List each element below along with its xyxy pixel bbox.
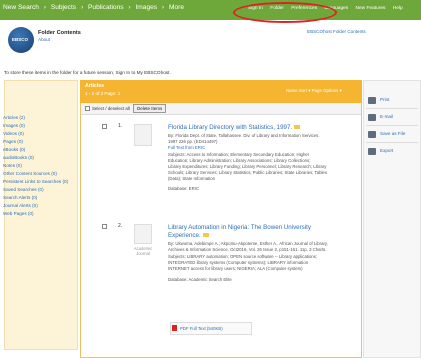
result-subjects: Schools; Library Services; Library Stati… [168,170,327,175]
journal-icon [134,224,152,244]
delete-items-button[interactable]: Delete Items [133,104,167,113]
result-title[interactable]: Library Automation in Nigeria: The Bowen… [168,224,311,231]
nav-sep: › [161,4,165,11]
sidebar-item-saved-searches[interactable]: Saved Searches (0) [3,187,44,192]
save-tool[interactable]: Save as File [380,131,405,136]
print-tool[interactable]: Print [380,97,389,102]
logo-text: EBSCO [12,37,29,42]
sidebar-item-web-pages[interactable]: Web Pages (0) [3,211,34,216]
result-subjects: (Data); State Information [168,176,216,181]
sidebar-item-pages[interactable]: Pages (0) [3,139,23,144]
nav-new-search[interactable]: New Search [3,4,39,11]
result-authors: By: Florida Dept. of State, Tallahassee.… [168,133,320,138]
select-all-checkbox[interactable] [85,106,90,111]
result-subjects: INTEGRATED library systems (Computer sys… [168,260,309,265]
sidebar-item-images[interactable]: Images (0) [3,123,25,128]
page-title: Folder Contents [38,30,81,36]
sidebar-item-ebooks[interactable]: eBooks (0) [3,147,25,152]
result-subjects: Library Expenditures; Library Funding; L… [168,164,327,169]
divider [366,125,418,126]
nav-sep: › [128,4,131,11]
sidebar-item-search-alerts[interactable]: Search Alerts (0) [3,195,37,200]
result-subjects: Subjects: LIBRARY automation; OPEN sourc… [168,254,318,259]
result-subjects: Education; Library Administration; Libra… [168,158,311,163]
sidebar-item-audiobooks[interactable]: audioBooks (0) [3,155,34,160]
result-number: 2. [118,223,123,229]
page-options[interactable]: Name Sort ▾ Page Options ▾ [286,88,342,94]
main-nav: New Search › Subjects › Publications › I… [3,4,187,11]
nav-subjects[interactable]: Subjects [51,4,76,11]
sidebar-item-journal-alerts[interactable]: Journal Alerts (0) [3,203,38,208]
result-checkbox[interactable] [102,224,107,229]
full-text-link[interactable]: Full Text from ERIC [168,145,205,150]
select-all-label[interactable]: Select / deselect all [92,106,130,111]
publication-type-label: Academic Journal [133,246,153,256]
pdf-icon[interactable] [172,325,177,331]
print-icon[interactable] [368,97,376,104]
divider [366,142,418,143]
nav-publications[interactable]: Publications [88,4,124,11]
nav-sep: › [80,4,84,11]
folder-contents-link[interactable]: EBSCOhost Folder Contents [307,29,366,34]
result-source: Archives & Information Science. Oct2016,… [168,247,327,252]
email-icon[interactable] [368,114,376,121]
tools-panel [363,80,421,358]
result-title-continued[interactable]: Experience. [168,232,209,239]
sidebar-item-other-sources[interactable]: Other Content Sources (0) [3,171,57,176]
divider [366,108,418,109]
sidebar-item-notes[interactable]: Notes (0) [3,163,22,168]
result-source: 1997 226 pp. (ED414497) [168,139,218,144]
export-icon[interactable] [368,148,376,155]
pdf-full-text-link[interactable]: PDF Full Text (540KB) [180,326,223,331]
email-tool[interactable]: E-mail [380,114,393,119]
store-note: To store these items in the folder for a… [4,70,171,75]
result-database: Database: Academic Search Elite [168,277,232,282]
sidebar-item-persistent-links[interactable]: Persistent Links to Searches (0) [3,179,68,184]
sidebar-item-articles[interactable]: Articles (2) [3,115,25,120]
result-authors: By: Ukwoma, Adebimpe A.; Akpomu-Akpoteme… [168,241,328,246]
folder-icon[interactable] [294,125,301,130]
nav-help[interactable]: Help [393,6,403,11]
result-checkbox[interactable] [102,124,107,129]
result-title[interactable]: Florida Library Directory with Statistic… [168,124,301,131]
export-tool[interactable]: Export [380,148,393,153]
results-title: Articles [85,83,105,89]
result-subjects: Subjects: Access to Information; Element… [168,152,310,157]
results-panel [80,80,362,358]
about-link[interactable]: About [38,37,50,42]
nav-images[interactable]: Images [135,4,157,11]
nav-new-features[interactable]: New Features [356,6,386,11]
result-subjects: INTERNET access for library users; NIGER… [168,266,303,271]
results-count: 1 - 2 of 2 Page: 1 [85,91,121,96]
nav-sep: › [43,4,46,11]
nav-more[interactable]: More [169,4,184,11]
top-navigation-bar: New Search › Subjects › Publications › I… [0,0,421,20]
result-number: 1. [118,123,123,129]
document-icon [134,124,152,146]
result-database: Database: ERIC [168,186,200,191]
sidebar-item-videos[interactable]: Videos (0) [3,131,24,136]
folder-icon[interactable] [202,233,209,238]
ebsco-logo[interactable]: EBSCO [8,27,34,53]
save-icon[interactable] [368,131,376,138]
highlight-annotation [233,2,337,23]
